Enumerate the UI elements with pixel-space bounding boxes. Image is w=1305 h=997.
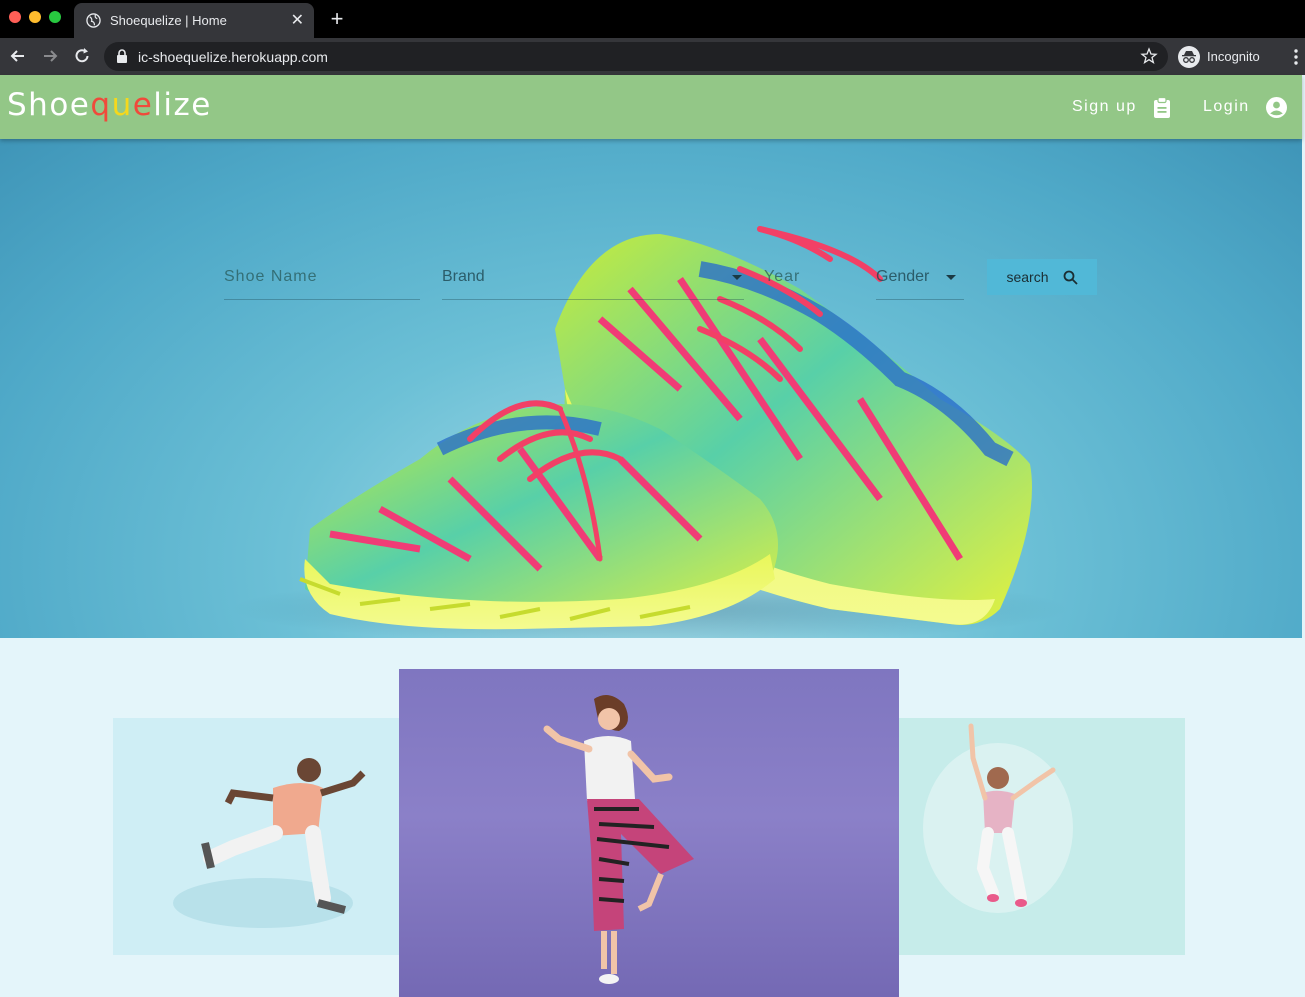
gender-dropdown-arrow-icon — [946, 275, 956, 280]
brand-select[interactable]: Brand — [442, 256, 744, 300]
hero-shoes-image — [230, 226, 1070, 638]
year-placeholder: Year — [764, 268, 801, 285]
search-button-label: search — [1006, 269, 1049, 285]
browser-tab[interactable]: Shoequelize | Home ✕ — [74, 3, 314, 38]
site-logo[interactable]: Shoequelize — [7, 87, 212, 123]
minimize-window-button[interactable] — [29, 11, 41, 23]
gallery-carousel — [0, 638, 1305, 997]
running-man-photo — [173, 758, 366, 928]
lock-icon — [117, 49, 127, 63]
year-input[interactable]: Year — [764, 256, 854, 300]
url-text: ic-shoequelize.herokuapp.com — [138, 49, 328, 65]
browser-tab-bar: Shoequelize | Home ✕ + — [0, 0, 1305, 38]
gallery-image-girl-jumping[interactable] — [893, 718, 1185, 955]
tab-title: Shoequelize | Home — [110, 13, 227, 28]
brand-label: Brand — [442, 268, 485, 285]
back-arrow-icon[interactable] — [8, 46, 28, 66]
gallery-image-man-running[interactable] — [113, 718, 405, 955]
jumping-girl-photo — [923, 723, 1073, 913]
maximize-window-button[interactable] — [49, 11, 61, 23]
gender-label: Gender — [876, 268, 930, 285]
reload-icon[interactable] — [72, 46, 92, 66]
incognito-icon — [1178, 45, 1200, 68]
incognito-label: Incognito — [1207, 49, 1260, 64]
search-button[interactable]: search — [987, 259, 1097, 295]
brand-dropdown-arrow-icon — [732, 275, 742, 280]
shoe-name-placeholder: Shoe Name — [224, 268, 318, 285]
forward-arrow-icon[interactable] — [40, 46, 60, 66]
close-window-button[interactable] — [9, 11, 21, 23]
incognito-indicator[interactable]: Incognito — [1178, 43, 1260, 70]
bookmark-star-icon[interactable] — [1140, 47, 1158, 65]
dancing-woman-photo — [543, 695, 694, 984]
site-header: Shoequelize Sign up Login — [0, 75, 1302, 139]
login-label: Login — [1203, 98, 1250, 115]
browser-menu-icon[interactable] — [1290, 47, 1302, 67]
browser-toolbar: ic-shoequelize.herokuapp.com Incognito — [0, 38, 1305, 75]
address-bar[interactable]: ic-shoequelize.herokuapp.com — [104, 42, 1168, 71]
globe-icon — [86, 13, 101, 28]
login-link[interactable]: Login — [1203, 75, 1287, 139]
search-icon — [1063, 270, 1078, 285]
signup-link[interactable]: Sign up — [1072, 75, 1171, 139]
clipboard-icon — [1153, 96, 1170, 118]
close-tab-icon[interactable]: ✕ — [291, 10, 304, 30]
new-tab-button[interactable]: + — [326, 6, 348, 32]
gallery-image-woman-dancing[interactable] — [399, 669, 899, 997]
signup-label: Sign up — [1072, 98, 1137, 115]
shoe-name-input[interactable]: Shoe Name — [224, 256, 420, 300]
shoe-search-form: Shoe Name Brand Year Gender search — [224, 256, 1104, 300]
account-circle-icon — [1265, 96, 1287, 118]
hero-banner: Shoe Name Brand Year Gender search — [0, 139, 1302, 638]
gender-select[interactable]: Gender — [876, 256, 964, 300]
